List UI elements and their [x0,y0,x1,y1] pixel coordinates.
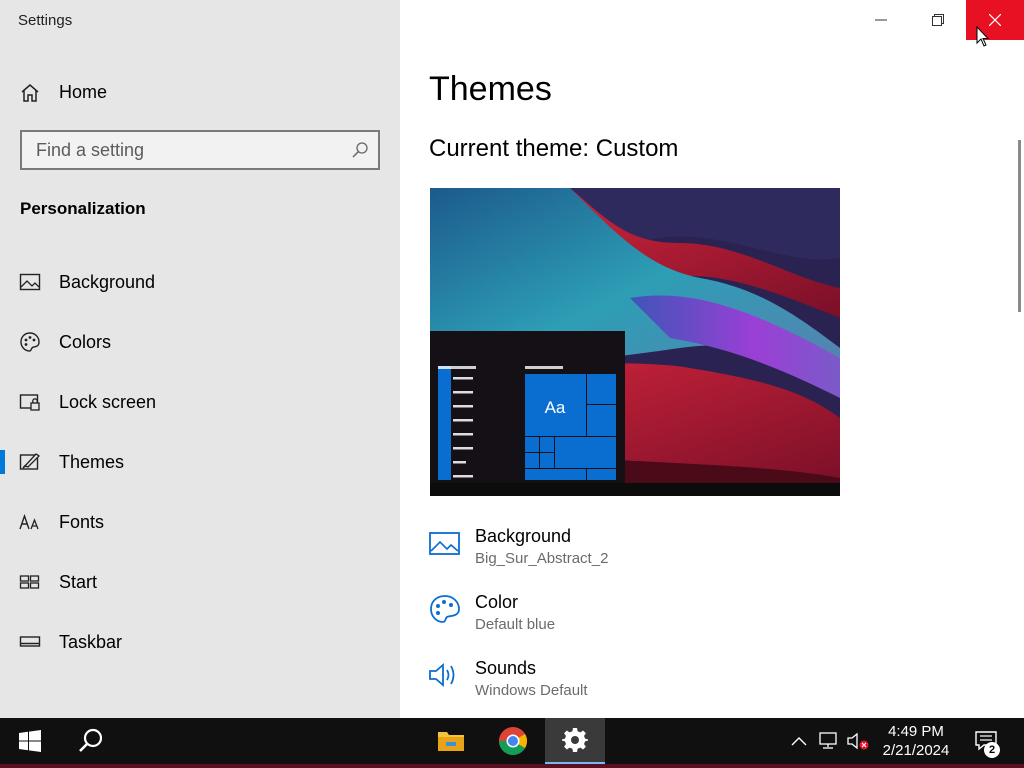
sidebar-item-label: Background [59,272,156,292]
search-icon[interactable] [350,140,370,160]
chrome-icon [499,727,527,755]
settings-taskbar-button[interactable] [545,718,605,764]
theme-preview: Aa [430,188,840,496]
setting-label: Color [475,592,519,612]
setting-label: Background [475,526,572,546]
windows-logo-icon [19,730,41,752]
speaker-icon [429,663,455,687]
search-icon [79,728,103,752]
search-box[interactable] [20,130,380,170]
show-hidden-icons-button[interactable] [786,718,812,764]
lock-screen-icon [19,394,40,411]
brush-icon [19,453,41,470]
home-nav-item[interactable]: Home [0,72,400,112]
selection-indicator [0,450,5,474]
sidebar-item-themes[interactable]: Themes [0,438,400,486]
folder-icon [438,732,464,751]
chevron-up-icon [791,737,807,746]
section-heading: Personalization [20,199,146,218]
theme-preview-wallpaper: Aa [430,188,840,496]
theme-setting-color[interactable]: Color Default blue [428,592,828,642]
chrome-button[interactable] [484,718,542,764]
action-center-button[interactable] [966,718,1006,764]
sidebar-item-colors[interactable]: Colors [0,318,400,366]
themes-page: Themes Current theme: Custom Aa Backgrou… [400,0,1024,718]
sidebar-item-label: Themes [59,452,125,472]
home-label: Home [59,82,108,102]
home-icon [21,84,39,102]
taskbar-clock[interactable]: 4:49 PM 2/21/2024 [870,722,962,760]
volume-button[interactable] [844,718,872,764]
setting-value: Windows Default [475,682,588,699]
sidebar-item-taskbar[interactable]: Taskbar [0,618,400,666]
preview-sample-text: Aa [545,398,566,417]
setting-label: Sounds [475,658,537,678]
window-title: Settings [18,12,73,29]
start-button[interactable] [0,718,60,764]
clock-date: 2/21/2024 [882,742,950,759]
close-button[interactable] [966,0,1024,40]
palette-icon [20,332,40,352]
start-grid-icon [19,575,40,589]
minimize-icon [874,19,887,21]
mouse-cursor-icon [976,26,990,47]
sidebar-item-fonts[interactable]: Fonts [0,498,400,546]
network-button[interactable] [814,718,842,764]
sidebar-item-label: Lock screen [59,392,157,412]
gear-icon [562,728,588,752]
notification-count-badge: 2 [984,742,1000,758]
network-icon [819,732,837,749]
taskbar: 4:49 PM 2/21/2024 2 [0,718,1024,768]
current-theme-heading: Current theme: Custom [429,135,679,162]
sidebar-item-label: Start [59,572,98,592]
search-taskbar-button[interactable] [62,718,120,764]
clock-time: 4:49 PM [888,723,944,740]
sidebar-item-start[interactable]: Start [0,558,400,606]
scrollbar[interactable] [1018,140,1021,312]
sidebar-item-label: Colors [59,332,112,352]
taskbar-icon [19,636,41,647]
sidebar-item-label: Taskbar [59,632,123,652]
sidebar-item-lock-screen[interactable]: Lock screen [0,378,400,426]
picture-icon [19,273,41,291]
sidebar-item-label: Fonts [59,512,105,532]
page-title: Themes [429,70,552,108]
palette-icon [430,595,460,623]
picture-icon [429,532,460,555]
setting-value: Default blue [475,616,556,633]
speaker-muted-icon [847,732,869,750]
settings-sidebar: Settings Home Personalization Background… [0,0,400,718]
search-input[interactable] [22,132,342,168]
fonts-icon [19,513,39,530]
minimize-button[interactable] [852,0,909,40]
file-explorer-button[interactable] [423,718,479,764]
sidebar-item-background[interactable]: Background [0,258,400,306]
theme-setting-sounds[interactable]: Sounds Windows Default [428,658,828,708]
close-icon [989,14,1001,26]
restore-button[interactable] [909,0,966,40]
setting-value: Big_Sur_Abstract_2 [475,550,609,567]
restore-icon [931,14,944,26]
theme-setting-background[interactable]: Background Big_Sur_Abstract_2 [428,526,828,576]
